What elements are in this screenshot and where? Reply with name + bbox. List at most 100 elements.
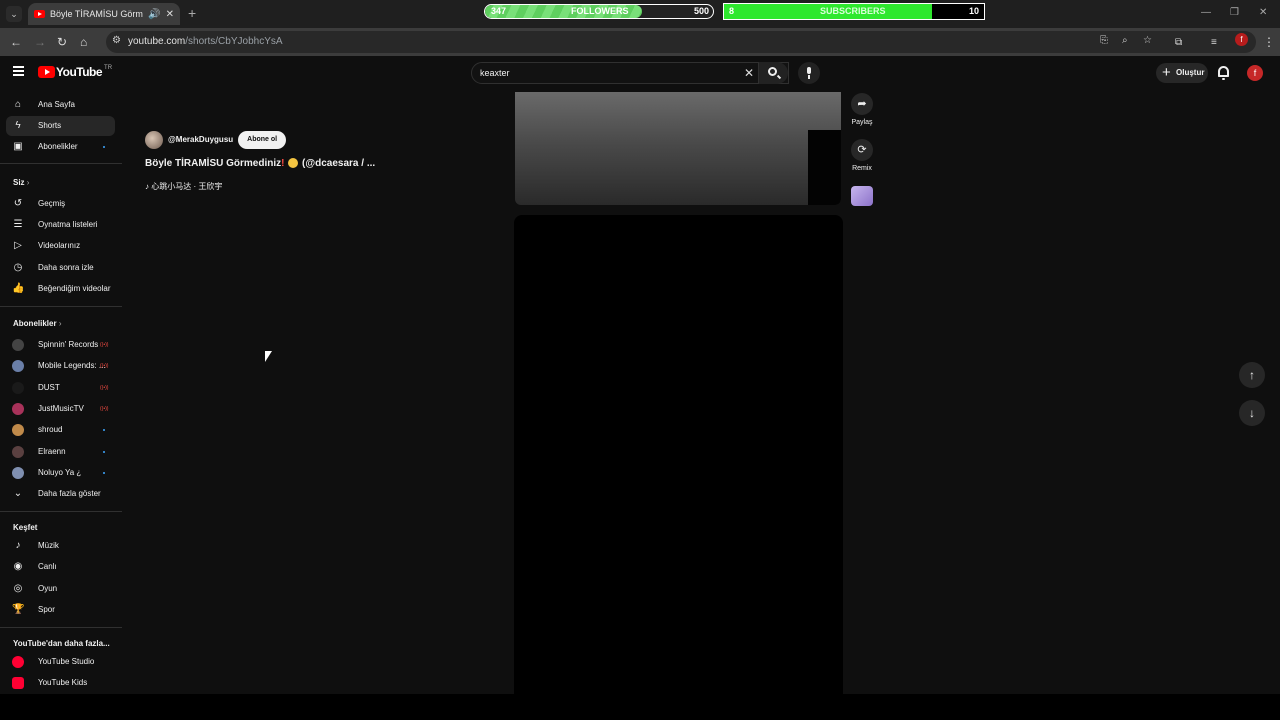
sidebar-item-history[interactable]: ↺ Geçmiş xyxy=(6,194,115,214)
clear-search-icon[interactable]: ✕ xyxy=(744,66,754,80)
share-action[interactable]: ➦ Paylaş xyxy=(849,93,875,126)
search-box[interactable]: keaxter ✕ xyxy=(471,62,789,84)
subscribe-button[interactable]: Abone ol xyxy=(238,130,287,149)
channel-avatar xyxy=(12,339,24,351)
subscribers-current: 8 xyxy=(729,6,735,16)
sidebar-item-shorts[interactable]: ϟ Shorts xyxy=(6,116,115,136)
speaker-icon[interactable]: 🔊 xyxy=(148,9,160,20)
remix-icon: ⟳ xyxy=(851,139,873,161)
subscription-label: DUST xyxy=(38,383,60,392)
share-label: Paylaş xyxy=(851,119,873,126)
extensions-icon[interactable]: ⧉ xyxy=(1175,36,1182,50)
music-icon: ♪ xyxy=(15,540,21,551)
channel-avatar[interactable] xyxy=(145,130,163,149)
sidebar-item-your-videos[interactable]: ▷ Videolarınız xyxy=(6,236,115,256)
url-host: youtube.com xyxy=(128,36,186,47)
sound-thumbnail[interactable] xyxy=(851,186,873,206)
sidebar-item-sports[interactable]: 🏆 Spor xyxy=(6,600,115,620)
sidebar-item-subscriptions[interactable]: ▣ Abonelikler xyxy=(6,137,115,157)
next-short-button[interactable]: ↓ xyxy=(1239,400,1265,426)
forward-icon[interactable]: → xyxy=(34,35,46,49)
you-section-header[interactable]: Siz › xyxy=(13,178,29,187)
sidebar-item-label: Shorts xyxy=(38,121,62,130)
subscription-item[interactable]: Noluyo Ya ¿ xyxy=(6,463,115,483)
hamburger-menu-icon[interactable] xyxy=(13,66,24,76)
sidebar-item-home[interactable]: ⌂ Ana Sayfa xyxy=(6,95,115,115)
live-indicator-icon: ((•)) xyxy=(100,363,109,369)
previous-short-button[interactable]: ↑ xyxy=(1239,362,1265,388)
playlists-icon: ☰ xyxy=(13,219,23,230)
sidebar-item-label: Videolarınız xyxy=(38,241,81,250)
gaming-icon: ◎ xyxy=(13,583,23,594)
close-window-icon[interactable]: ✕ xyxy=(1259,7,1267,18)
remix-action[interactable]: ⟳ Remix xyxy=(849,139,875,172)
sidebar-item-live[interactable]: ◉ Canlı xyxy=(6,557,115,577)
subscription-item[interactable]: Mobile Legends: ... ((•)) xyxy=(6,356,115,376)
search-button[interactable] xyxy=(758,62,788,84)
address-bar[interactable]: ⚙ youtube.com/shorts/CbYJobhcYsA ⎘ ⌕ ☆ xyxy=(106,31,1256,53)
browser-profile-avatar[interactable]: f xyxy=(1235,33,1248,46)
media-controls-icon[interactable]: ≡ xyxy=(1211,36,1217,50)
channel-avatar xyxy=(12,424,24,436)
browser-tab[interactable]: Böyle TİRAMİSU Görmedin 🔊 ✕ xyxy=(28,3,180,25)
new-content-dot xyxy=(103,429,105,431)
youtube-studio-icon xyxy=(12,656,24,668)
subscriptions-section-header[interactable]: Abonelikler › xyxy=(13,319,61,328)
youtube-logo[interactable]: YouTube TR xyxy=(38,65,112,79)
back-icon[interactable]: ← xyxy=(10,35,22,49)
live-indicator-icon: ((•)) xyxy=(100,342,109,348)
channel-avatar xyxy=(12,446,24,458)
bookmark-star-icon[interactable]: ☆ xyxy=(1143,35,1152,46)
section-title: Siz xyxy=(13,178,25,187)
voice-search-icon[interactable] xyxy=(798,62,820,84)
browser-menu-icon[interactable]: ⋮ xyxy=(1263,35,1275,49)
restore-icon[interactable]: ❐ xyxy=(1230,7,1239,18)
home-icon[interactable]: ⌂ xyxy=(80,35,87,49)
url-text: youtube.com/shorts/CbYJobhcYsA xyxy=(128,36,283,47)
site-info-icon[interactable]: ⚙ xyxy=(112,35,121,46)
new-content-dot xyxy=(103,146,105,148)
sidebar-item-gaming[interactable]: ◎ Oyun xyxy=(6,579,115,599)
channel-avatar xyxy=(12,360,24,372)
install-app-icon[interactable]: ⎘ xyxy=(1100,35,1108,46)
subscription-item[interactable]: DUST ((•)) xyxy=(6,378,115,398)
music-credit[interactable]: ♪ 心跳小马达 · 王欣宇 xyxy=(145,181,222,192)
previous-short-player[interactable] xyxy=(515,92,841,205)
show-more-button[interactable]: ⌄ Daha fazla göster xyxy=(6,484,115,504)
subscription-item[interactable]: JustMusicTV ((•)) xyxy=(6,399,115,419)
followers-label: FOLLOWERS xyxy=(571,6,629,16)
sidebar-item-label: Canlı xyxy=(38,562,57,571)
sidebar-item-youtube-kids[interactable]: YouTube Kids xyxy=(6,673,115,693)
subscription-item[interactable]: shroud xyxy=(6,420,115,440)
create-button[interactable]: Oluştur xyxy=(1156,63,1208,83)
minimize-icon[interactable]: — xyxy=(1201,7,1211,18)
search-input[interactable]: keaxter xyxy=(480,68,510,78)
sidebar-item-label: Daha fazla göster xyxy=(38,489,101,498)
followers-goal-bar: 347 FOLLOWERS 500 xyxy=(484,4,714,19)
subscription-label: JustMusicTV xyxy=(38,404,84,413)
short-player[interactable] xyxy=(514,215,843,694)
close-tab-icon[interactable]: ✕ xyxy=(166,9,174,20)
reload-icon[interactable]: ↻ xyxy=(57,35,67,49)
subscription-item[interactable]: Elraenn xyxy=(6,442,115,462)
sidebar-item-watch-later[interactable]: ◷ Daha sonra izle xyxy=(6,258,115,278)
liked-icon: 👍 xyxy=(12,283,25,294)
subscription-label: shroud xyxy=(38,425,63,434)
video-title[interactable]: Böyle TİRAMİSU Görmediniz! (@dcaesara / … xyxy=(145,158,375,169)
subscribers-goal-bar: 8 SUBSCRIBERS 10 xyxy=(723,3,985,20)
channel-name[interactable]: @MerakDuygusu xyxy=(168,135,233,144)
zoom-icon[interactable]: ⌕ xyxy=(1122,35,1128,46)
sidebar-item-music[interactable]: ♪ Müzik xyxy=(6,536,115,556)
sidebar-item-youtube-studio[interactable]: YouTube Studio xyxy=(6,652,115,672)
notifications-bell-icon[interactable] xyxy=(1218,66,1229,80)
account-avatar[interactable]: f xyxy=(1247,65,1263,81)
new-tab-button[interactable]: + xyxy=(188,5,196,21)
chevron-right-icon: › xyxy=(58,319,62,328)
tab-search-button[interactable]: ⌄ xyxy=(6,6,22,22)
youtube-kids-icon xyxy=(12,677,24,689)
subscription-item[interactable]: Spinnin' Records ((•)) xyxy=(6,335,115,355)
more-from-youtube-header: YouTube'dan daha fazla... xyxy=(13,639,110,648)
sidebar-item-label: Oyun xyxy=(38,584,58,593)
sidebar-item-playlists[interactable]: ☰ Oynatma listeleri xyxy=(6,215,115,235)
sidebar-item-liked-videos[interactable]: 👍 Beğendiğim videolar xyxy=(6,279,115,299)
